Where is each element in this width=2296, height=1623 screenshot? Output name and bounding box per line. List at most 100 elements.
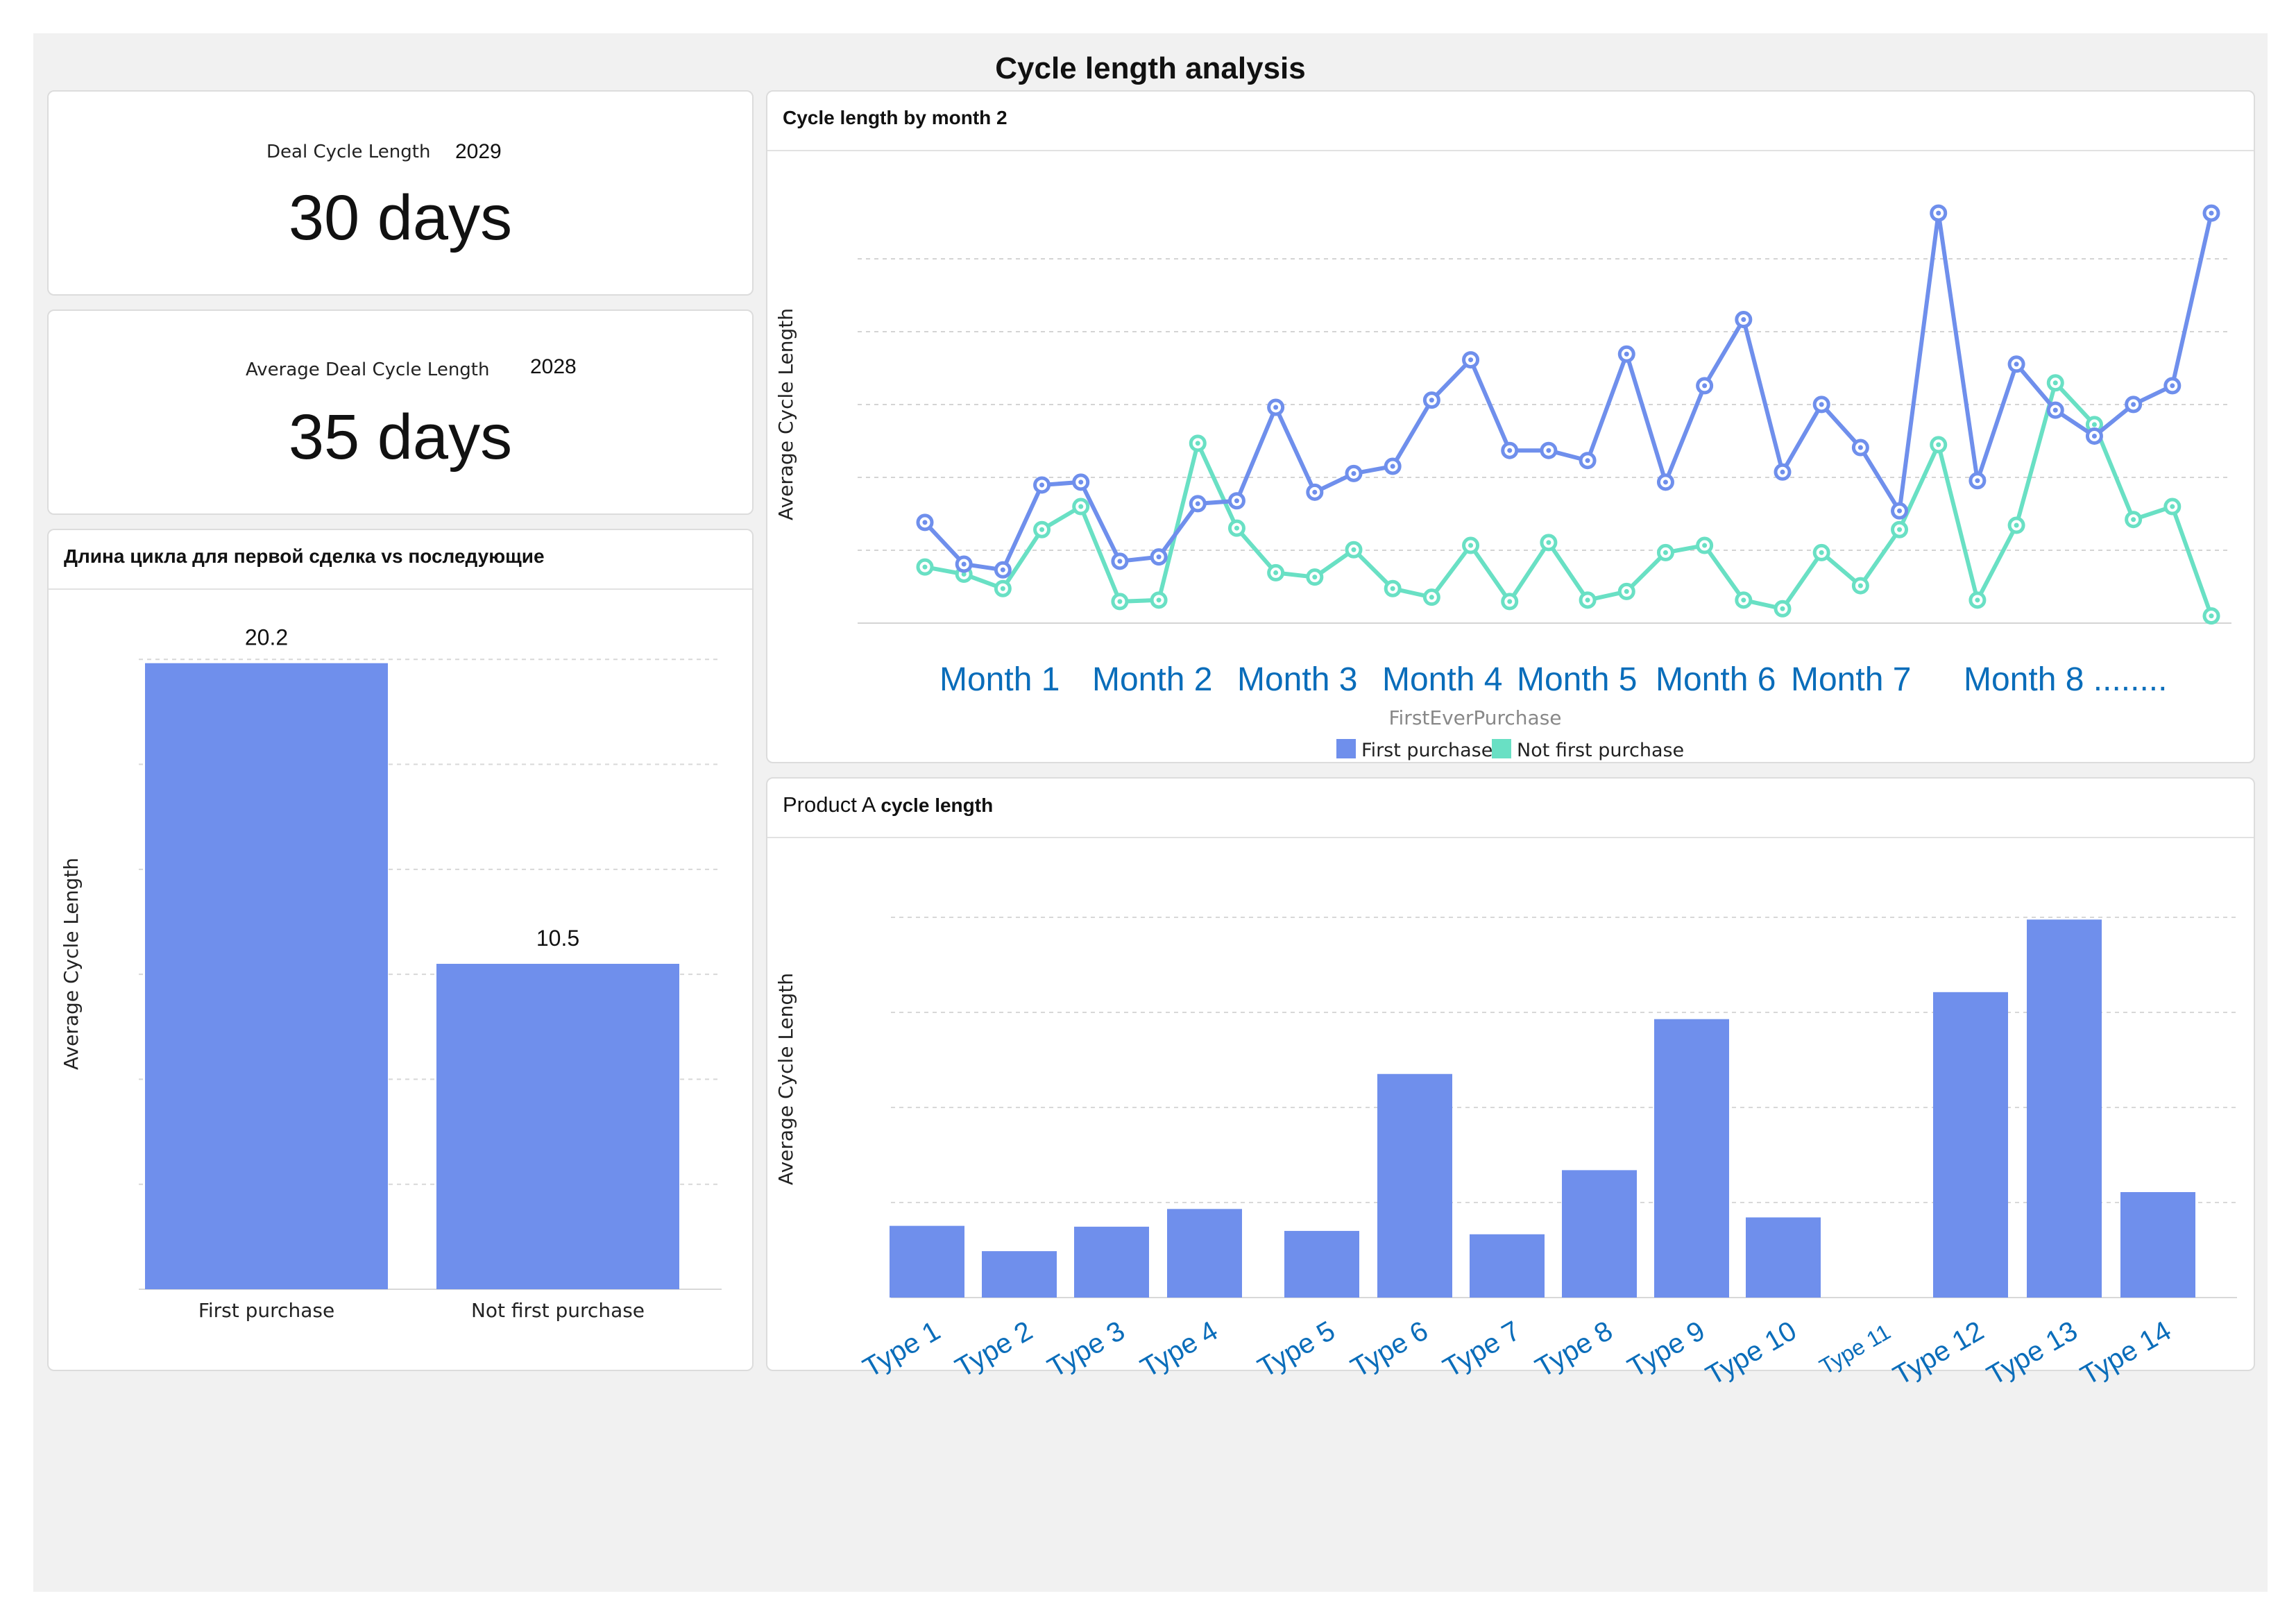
data-point-center	[1312, 489, 1318, 495]
data-point-center	[1585, 597, 1590, 603]
data-label: 20.2	[245, 625, 288, 650]
data-point-center	[1234, 498, 1239, 504]
data-point-center	[2209, 210, 2214, 216]
data-point-center	[1390, 464, 1395, 469]
data-point-center	[1039, 527, 1045, 532]
x-tick-label: Type 5	[1253, 1316, 1341, 1384]
data-point-center	[1273, 570, 1279, 575]
data-point-center	[1039, 482, 1045, 488]
product-name: Product A	[783, 792, 875, 817]
kpi-year: 2028	[530, 355, 577, 378]
data-point-center	[1312, 575, 1318, 580]
data-point-center	[2170, 504, 2175, 509]
legend-label: Not first purchase	[1517, 740, 1684, 761]
data-point-center	[1857, 445, 1863, 450]
data-point-center	[1741, 597, 1746, 603]
data-point-center	[1000, 567, 1005, 572]
data-point-center	[1975, 597, 1980, 603]
x-tick-label: Type 12	[1888, 1316, 1989, 1391]
x-tick-label: Type 1	[858, 1316, 946, 1384]
data-point-center	[1195, 501, 1200, 507]
data-label: 10.5	[536, 926, 579, 951]
data-point-center	[1507, 448, 1513, 453]
data-point-center	[1936, 442, 1941, 448]
x-tick-label: First purchase	[198, 1299, 334, 1322]
data-point-center	[1741, 317, 1746, 323]
data-point-center	[1429, 398, 1434, 403]
data-point-center	[1897, 508, 1903, 513]
data-point-center	[1975, 478, 1980, 484]
data-point-center	[1857, 583, 1863, 588]
x-tick-label: Month 6	[1656, 661, 1776, 698]
data-point-center	[1819, 402, 1824, 407]
data-point-center	[1156, 554, 1162, 560]
x-tick-label: Type 8	[1531, 1316, 1618, 1384]
bar	[1746, 1217, 1821, 1298]
data-point-center	[1702, 383, 1708, 389]
panel-title: Длина цикла для первой сделка vs последу…	[64, 545, 545, 567]
data-point-center	[1780, 606, 1785, 611]
bar-chart-first-vs-repeat: 20.2 First purchase 10.5 Not first purchase…	[60, 625, 722, 1322]
legend-label: First purchase	[1361, 740, 1493, 761]
kpi-card-average-deal-cycle: Average Deal Cycle Length 2028 35 days	[47, 309, 754, 515]
data-point-center	[1819, 550, 1824, 555]
data-point-center	[1273, 405, 1279, 410]
data-point-center	[1078, 479, 1084, 485]
data-point-center	[1624, 588, 1629, 594]
bar	[1074, 1226, 1149, 1298]
bar	[1654, 1019, 1729, 1298]
data-point-center	[1117, 599, 1123, 604]
data-point-center	[1351, 547, 1357, 552]
x-tick-label: Month 7	[1791, 661, 1911, 698]
bar	[2120, 1192, 2195, 1298]
panel-title: Cycle length by month 2	[783, 107, 1007, 128]
data-point-center	[1078, 504, 1084, 509]
x-tick-label: Month 8 ........	[1964, 661, 2167, 698]
kpi-value: 35 days	[288, 402, 513, 473]
dashboard-title: Cycle length analysis	[995, 51, 1306, 85]
data-point-center	[2091, 433, 2097, 439]
data-point-center	[1234, 525, 1239, 531]
panel-first-vs-repeat: Длина цикла для первой сделка vs последу…	[47, 529, 754, 1371]
bar	[1284, 1230, 1359, 1298]
data-point-center	[1780, 469, 1785, 475]
x-axis-label: FirstEverPurchase	[1388, 706, 1561, 729]
x-tick-label: Month 5	[1517, 661, 1637, 698]
kpi-label: Average Deal Cycle Length	[246, 359, 490, 380]
data-point-center	[1390, 586, 1395, 591]
x-tick-label: Type 11	[1815, 1319, 1895, 1379]
series-line	[924, 380, 2213, 617]
data-point-center	[2014, 522, 2019, 528]
x-tick-label: Month 4	[1382, 661, 1502, 698]
data-point-center	[1000, 586, 1005, 591]
bar	[1470, 1234, 1545, 1298]
kpi-value: 30 days	[288, 182, 513, 253]
panel-header: Длина цикла для первой сделка vs последу…	[49, 530, 752, 590]
bar-chart-product-a: Type 1 Type 2 Type 3 Type 4 Type 5 Type 6 Type…	[774, 917, 2237, 1391]
panel-header: Cycle length by month 2	[767, 92, 2254, 151]
legend-swatch	[1492, 739, 1511, 758]
data-point-center	[1351, 470, 1357, 476]
x-tick-label: Type 14	[2075, 1316, 2176, 1391]
x-tick-label: Not first purchase	[471, 1299, 645, 1322]
data-point-center	[2170, 383, 2175, 389]
dashboard: Cycle length analysis Deal Cycle Length …	[33, 33, 2268, 1592]
data-point-center	[1546, 540, 1551, 545]
bar	[1167, 1209, 1242, 1298]
data-point-center	[1195, 441, 1200, 446]
data-point-center	[1702, 543, 1708, 548]
x-tick-label: Month 2	[1092, 661, 1212, 698]
data-point-center	[2131, 402, 2136, 407]
y-axis-label: Average Cycle Length	[774, 308, 797, 520]
legend-swatch	[1336, 739, 1356, 758]
data-point-center	[1429, 595, 1434, 600]
data-point-center	[1468, 357, 1474, 363]
x-tick-label: Type 13	[1982, 1316, 2082, 1391]
x-tick-label: Type 3	[1043, 1316, 1130, 1384]
data-point-center	[1897, 527, 1903, 532]
data-point-center	[1156, 597, 1162, 603]
x-tick-label: Month 3	[1237, 661, 1357, 698]
data-point-center	[1546, 448, 1551, 453]
data-point-center	[1117, 559, 1123, 564]
x-tick-label: Month 1	[939, 661, 1060, 698]
